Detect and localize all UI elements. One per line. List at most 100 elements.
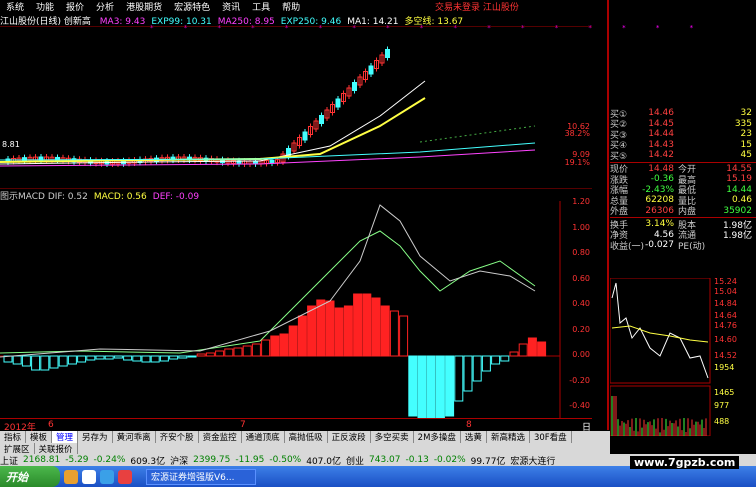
ma-line-yellow xyxy=(0,97,426,163)
quicklaunch-icon-1[interactable] xyxy=(64,469,78,484)
ma-line-dotted xyxy=(419,125,536,143)
macd-bar xyxy=(454,355,464,402)
macd-bar xyxy=(40,355,50,371)
subtab-1[interactable]: 关联报价 xyxy=(35,442,78,455)
macd-bar xyxy=(353,293,363,357)
quote-value: 0.46 xyxy=(731,195,752,206)
tab-0[interactable]: 指标 xyxy=(0,431,27,443)
macd-bar xyxy=(426,355,436,418)
quote-value: 14.55 xyxy=(726,163,752,174)
macd-bar xyxy=(251,343,261,357)
ticker-item-10: 创业 xyxy=(346,456,365,467)
tab-2[interactable]: 管理 xyxy=(52,431,79,443)
macd-bar xyxy=(159,355,169,362)
quote-panel: 买① 14.46 32 买② 14.45 335 买③ 14.44 23 买④ 14.43 15 买⑤ 1… xyxy=(610,108,756,268)
macd-bar xyxy=(113,355,123,359)
menu-item-2[interactable]: 报价 xyxy=(60,0,90,13)
quote-value: 4.56 xyxy=(653,229,674,240)
watermark: www.7gpzb.com xyxy=(630,456,740,469)
macd-bar xyxy=(389,310,399,357)
quote-value: 14.46 xyxy=(648,108,674,119)
mini-axis-label: 14.76 xyxy=(714,321,737,330)
mini-volume-frame xyxy=(610,385,711,436)
mini-price-line xyxy=(611,282,709,379)
tab-9[interactable]: 正反波段 xyxy=(328,431,371,443)
menu-item-7[interactable]: 工具 xyxy=(246,0,276,13)
quote-value: 32 xyxy=(740,108,752,119)
tab-7[interactable]: 通道顶底 xyxy=(242,431,285,443)
macd-bar xyxy=(325,300,335,357)
quote-value: 15 xyxy=(740,139,752,150)
menu-bar: 系统 功能 报价 分析 港股期货 宏源特色 资讯 工具 帮助 xyxy=(0,0,430,13)
menu-item-1[interactable]: 功能 xyxy=(30,0,60,13)
start-label: 开始 xyxy=(6,470,28,484)
tab-14[interactable]: 30F看盘 xyxy=(530,431,572,443)
macd-bar xyxy=(242,345,252,357)
quote-value: 23 xyxy=(740,129,752,140)
macd-bar xyxy=(49,355,59,369)
tab-4[interactable]: 黄河乖离 xyxy=(113,431,156,443)
menu-item-0[interactable]: 系统 xyxy=(0,0,30,13)
ticker-item-12: -0.13 xyxy=(405,455,429,465)
ticker-item-0: 上证 xyxy=(0,456,19,467)
macd-bar xyxy=(399,315,409,357)
intraday-mini-chart[interactable]: 15.2415.04 14.84 14.6414.76 14.60 14.52 1954 1… xyxy=(610,278,756,436)
tab-11[interactable]: 2M多操盘 xyxy=(414,431,461,443)
quicklaunch-icon-3[interactable] xyxy=(100,469,114,484)
tab-1[interactable]: 模板 xyxy=(26,431,53,443)
quicklaunch-icon-4[interactable] xyxy=(118,469,132,484)
candle-body xyxy=(335,98,341,108)
mini-axis-label: 15.04 xyxy=(714,287,737,296)
macd-dif-line xyxy=(0,230,536,354)
ticker-item-9: 407.0亿 xyxy=(306,456,341,467)
macd-axis-label: 1.20 xyxy=(572,197,590,206)
login-status: 交易未登录 江山股份 xyxy=(430,0,756,13)
tab-10[interactable]: 多空买卖 xyxy=(371,431,414,443)
bid-row: 买⑤ 14.42 45 xyxy=(610,150,756,162)
menu-item-6[interactable]: 资讯 xyxy=(216,0,246,13)
macd-axis-label: 1.00 xyxy=(572,222,590,232)
macd-bar xyxy=(334,307,344,357)
tab-6[interactable]: 资金监控 xyxy=(199,431,242,443)
macd-bar xyxy=(500,355,510,362)
tab-3[interactable]: 另存为 xyxy=(78,431,113,443)
tab-5[interactable]: 齐安个股 xyxy=(156,431,199,443)
macd-bar xyxy=(12,355,22,365)
quote-value: 15.19 xyxy=(726,174,752,185)
taskbar-task-button[interactable]: 宏源证券增强版V6... xyxy=(146,468,256,485)
date-month-8: 8 xyxy=(466,420,472,430)
macd-bar xyxy=(86,355,96,361)
start-button[interactable]: 开始 xyxy=(0,466,60,487)
macd-chart[interactable] xyxy=(0,201,592,418)
macd-bar xyxy=(509,351,519,357)
mini-axis-label: 14.52 xyxy=(714,351,737,360)
mini-axis-label: 1954 xyxy=(714,363,734,372)
ticker-item-5: 沪深 xyxy=(170,456,189,467)
menu-item-8[interactable]: 帮助 xyxy=(276,0,306,13)
ticker-item-3: -0.24% xyxy=(93,455,126,465)
ma-line-white xyxy=(0,80,426,165)
tab-8[interactable]: 高抛低吸 xyxy=(285,431,328,443)
quote-label: PE(动) xyxy=(678,241,706,252)
ticker-item-7: -11.95 xyxy=(235,455,265,465)
menu-item-4[interactable]: 港股期货 xyxy=(120,0,168,13)
ticker-item-1: 2168.81 xyxy=(23,455,61,465)
sub-tabs: 扩展区 关联报价 xyxy=(0,442,610,455)
quicklaunch-icon-2[interactable] xyxy=(82,469,96,484)
taskbar-task-label: 宏源证券增强版V6... xyxy=(151,473,235,483)
tab-12[interactable]: 选黄 xyxy=(461,431,487,443)
macd-bar xyxy=(77,355,87,363)
macd-bar xyxy=(371,297,381,357)
menu-item-3[interactable]: 分析 xyxy=(90,0,120,13)
stat-row: 外盘 26306 内盘 35902 xyxy=(610,206,756,218)
tab-13[interactable]: 新高精选 xyxy=(487,431,530,443)
candlestick-chart[interactable]: 8.81 xyxy=(0,26,592,189)
ticker-item-13: -0.02% xyxy=(433,455,466,465)
left-value-marker: 8.81 xyxy=(2,140,20,149)
macd-bar xyxy=(58,355,68,367)
menu-item-5[interactable]: 宏源特色 xyxy=(168,0,216,13)
mini-axis-label: 14.64 xyxy=(714,311,737,320)
quote-value: -2.43% xyxy=(642,184,674,195)
price-axis-label: 38.2% xyxy=(564,129,590,138)
macd-bar xyxy=(518,343,528,357)
